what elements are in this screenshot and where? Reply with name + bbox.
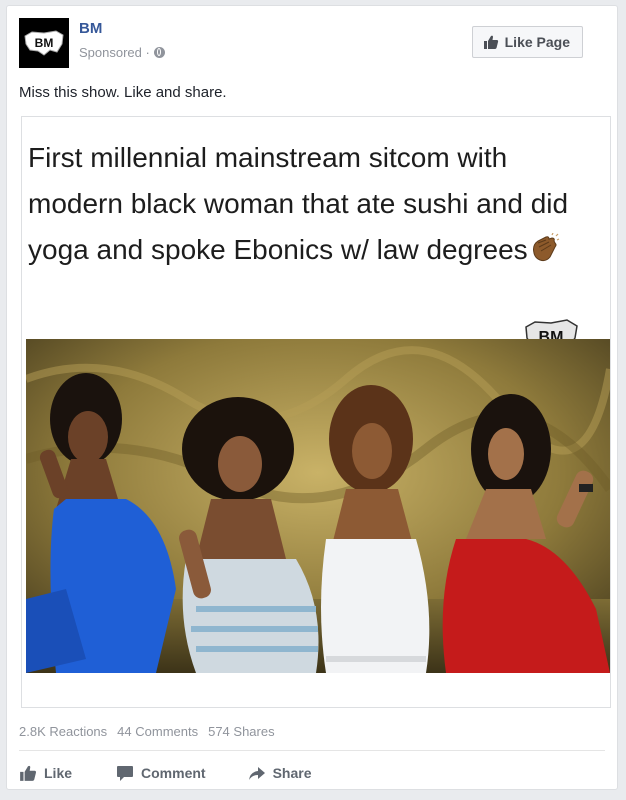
post-message: Miss this show. Like and share. [19, 84, 227, 101]
share-arrow-icon [248, 767, 265, 780]
shares-count[interactable]: 574 Shares [208, 724, 275, 739]
comments-count[interactable]: 44 Comments [117, 724, 198, 739]
comment-button[interactable]: Comment [116, 764, 206, 782]
share-button[interactable]: Share [248, 764, 312, 782]
page-avatar[interactable]: BM [19, 18, 69, 68]
like-page-label: Like Page [504, 34, 570, 50]
thumbs-up-icon [20, 765, 37, 781]
bm-logo: BM [24, 30, 64, 56]
shared-image[interactable]: First millennial mainstream sitcom with … [21, 116, 611, 708]
action-bar: Like Comment Share [19, 762, 312, 784]
reactions-count[interactable]: 2.8K Reactions [19, 724, 107, 739]
meme-caption-text: First millennial mainstream sitcom with … [28, 142, 569, 265]
feed-post: BM BM Sponsored · Like Page Miss this sh… [6, 5, 618, 790]
comment-label: Comment [141, 765, 206, 781]
like-label: Like [44, 765, 73, 781]
divider [19, 750, 605, 751]
engagement-stats: 2.8K Reactions 44 Comments 574 Shares [19, 724, 275, 739]
globe-icon[interactable] [153, 47, 165, 58]
post-header: BM BM Sponsored · Like Page [19, 18, 605, 68]
share-label: Share [272, 765, 312, 781]
sponsored-label[interactable]: Sponsored · [79, 45, 150, 60]
page-name[interactable]: BM [79, 20, 102, 37]
cast-photo-illustration [26, 339, 610, 673]
like-button[interactable]: Like [19, 764, 72, 782]
thumbs-up-icon [483, 35, 498, 49]
speech-bubble-icon [117, 766, 134, 781]
sponsored-line: Sponsored · [79, 45, 165, 60]
meme-caption: First millennial mainstream sitcom with … [28, 135, 598, 273]
cast-photo [26, 339, 610, 673]
svg-text:BM: BM [35, 36, 54, 50]
like-page-button[interactable]: Like Page [471, 26, 583, 58]
clapping-hands-icon [532, 233, 559, 262]
